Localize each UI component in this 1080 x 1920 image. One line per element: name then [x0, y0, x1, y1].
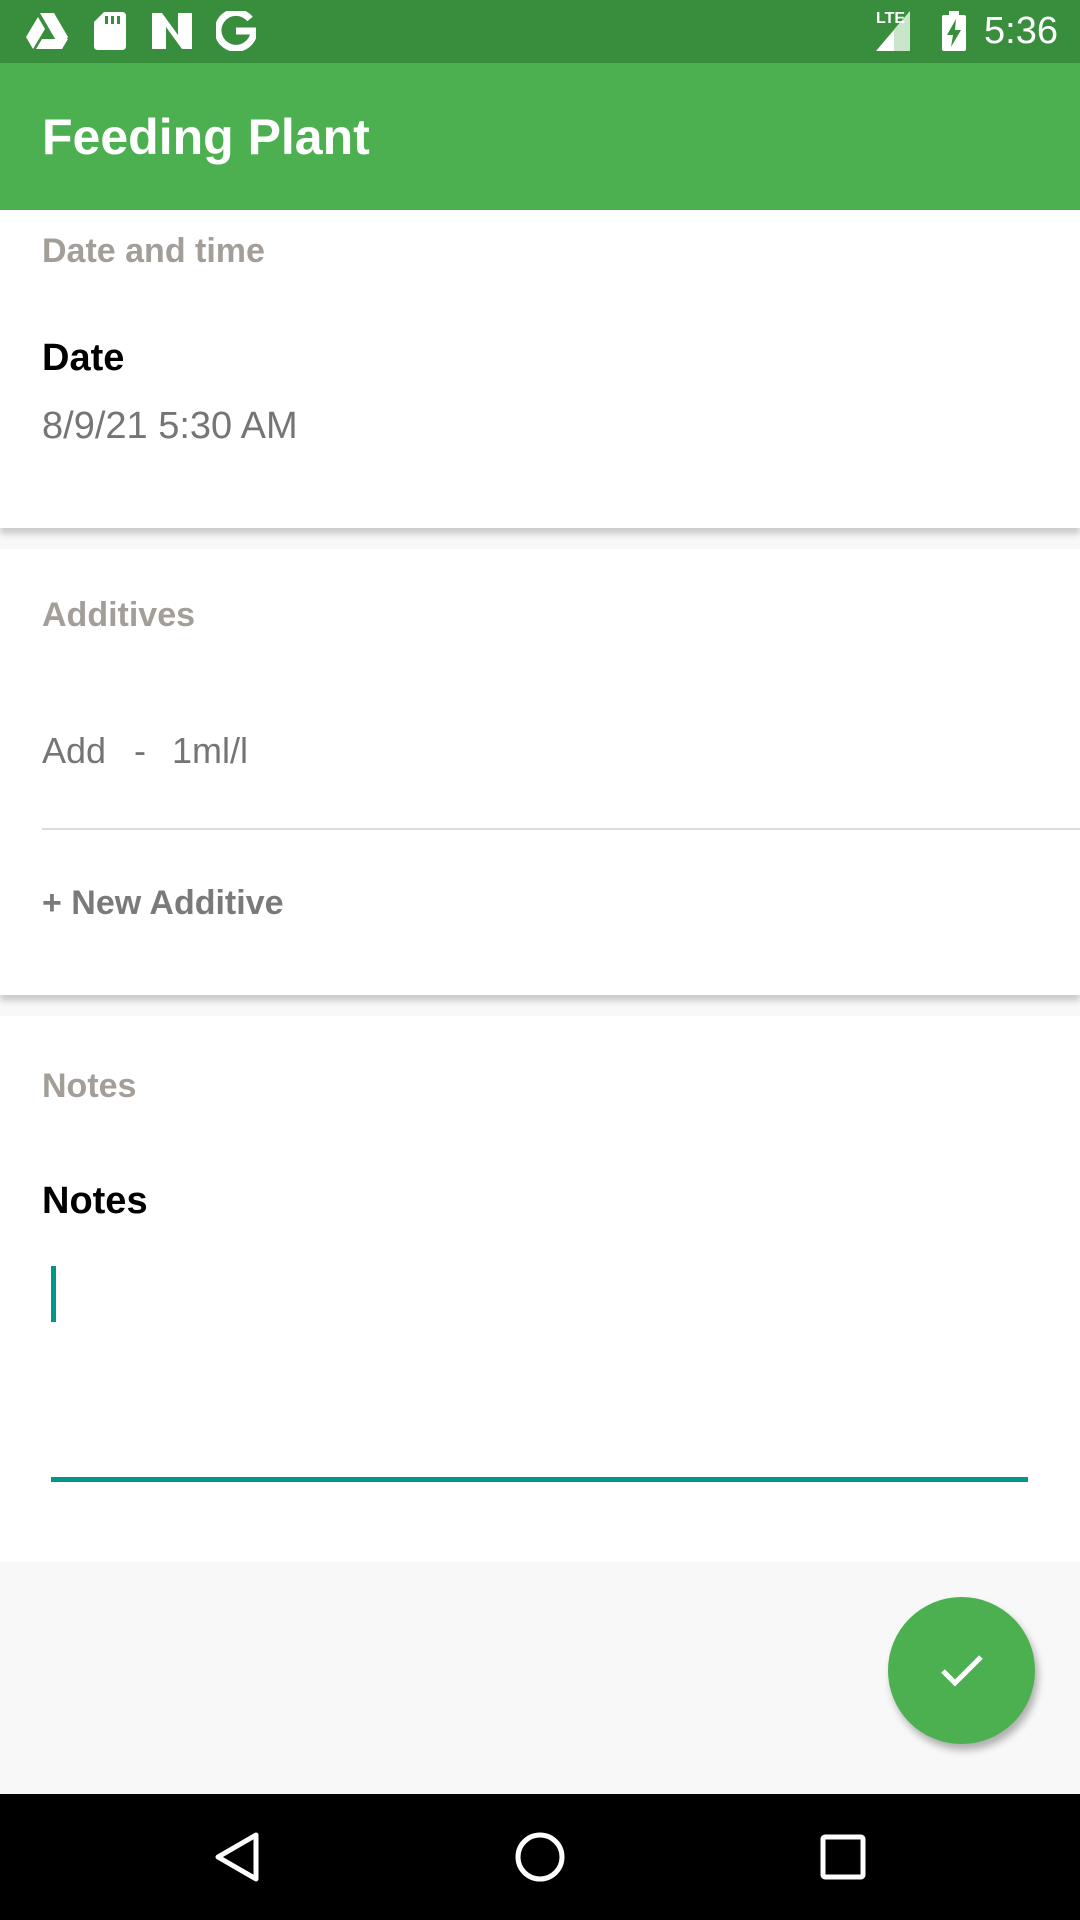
drive-icon [26, 10, 68, 52]
divider [42, 828, 1080, 830]
date-value: 8/9/21 5:30 AM [42, 405, 298, 447]
recents-icon[interactable] [810, 1824, 876, 1890]
notes-section-header: Notes [42, 1067, 137, 1105]
additives-card: Additives Add - 1ml/l + New Additive [0, 549, 1080, 995]
additive-amount: 1ml/l [172, 730, 249, 771]
notes-input-underline [51, 1477, 1028, 1482]
n-icon [152, 10, 192, 52]
google-icon [216, 10, 256, 52]
date-section-header: Date and time [42, 232, 265, 270]
notes-card: Notes Notes [0, 1016, 1080, 1562]
save-button[interactable] [888, 1597, 1035, 1744]
signal-icon: LTE [876, 10, 910, 52]
date-field[interactable]: Date 8/9/21 5:30 AM [0, 335, 1080, 485]
date-card: Date and time Date 8/9/21 5:30 AM [0, 210, 1080, 528]
back-icon[interactable] [204, 1824, 270, 1890]
list-item[interactable]: Add - 1ml/l [0, 719, 1080, 809]
additive-name: Add [42, 730, 107, 771]
battery-charging-icon [942, 10, 966, 52]
app-bar: Feeding Plant [0, 63, 1080, 210]
checkmark-icon [940, 1654, 984, 1688]
additive-separator: - [134, 730, 146, 771]
sd-card-icon [94, 10, 126, 52]
text-cursor [51, 1266, 56, 1322]
additives-section-header: Additives [42, 596, 196, 634]
new-additive-button[interactable]: + New Additive [42, 882, 284, 924]
date-label: Date [42, 337, 125, 379]
notes-label: Notes [42, 1180, 148, 1222]
status-time: 5:36 [984, 10, 1058, 52]
page-title: Feeding Plant [42, 109, 370, 165]
navigation-bar [0, 1794, 1080, 1920]
home-icon[interactable] [507, 1824, 573, 1890]
notes-input[interactable] [42, 1256, 1032, 1496]
status-bar: LTE 5:36 [0, 0, 1080, 63]
